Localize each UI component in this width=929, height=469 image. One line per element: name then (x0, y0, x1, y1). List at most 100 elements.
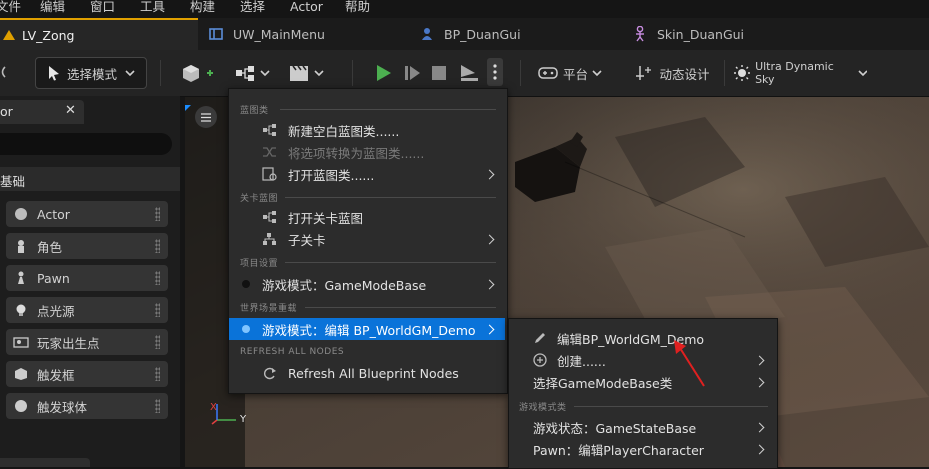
menu-edit[interactable]: 编辑 (40, 0, 65, 14)
mode-dropdown[interactable]: 选择模式 (35, 57, 147, 89)
place-item-trigger-sphere[interactable]: 触发球体 (6, 393, 168, 419)
menu-label: 子关卡 (288, 232, 326, 248)
blueprint-menu-button[interactable] (234, 60, 274, 86)
menu-gamemode-project[interactable]: 游戏模式：GameModeBase (229, 273, 505, 295)
play-options-button[interactable] (487, 58, 503, 86)
level-icon (3, 30, 15, 40)
menu-label: 新建空白蓝图类...... (288, 123, 400, 139)
place-item-trigger-box[interactable]: 触发框 (6, 361, 168, 387)
platform-dropdown[interactable]: 平台 (535, 60, 605, 86)
cinematics-button[interactable] (288, 60, 328, 86)
actor-blueprint-icon (422, 28, 432, 40)
play-button[interactable] (370, 60, 396, 86)
menu-sublevel[interactable]: 子关卡 (229, 228, 505, 250)
chevron-right-icon (754, 422, 765, 433)
platform-label: 平台 (562, 66, 588, 82)
tab-widget[interactable]: UW_MainMenu (205, 18, 405, 50)
bottom-panel-tab[interactable] (0, 458, 90, 467)
refresh-icon (264, 367, 276, 380)
sky-label: Ultra Dynamic Sky (755, 60, 834, 86)
menu-file[interactable]: 文件 (0, 0, 21, 14)
hamburger-icon (201, 112, 211, 122)
chevron-right-icon (484, 234, 495, 245)
menu-label: Pawn：编辑PlayerCharacter (533, 442, 704, 458)
sphere-icon (13, 206, 29, 222)
menu-refresh-blueprint-nodes[interactable]: Refresh All Blueprint Nodes (229, 362, 505, 384)
sky-dropdown[interactable]: Ultra Dynamic Sky (733, 60, 867, 86)
widget-blueprint-icon (209, 28, 223, 40)
drag-grip-icon[interactable] (155, 239, 160, 253)
menu-help[interactable]: 帮助 (345, 0, 370, 14)
place-item-label: 玩家出生点 (37, 335, 100, 351)
section-world-override: 世界场景重载 (240, 304, 298, 314)
place-item-player-start[interactable]: 玩家出生点 (6, 329, 168, 355)
submenu-game-state[interactable]: 游戏状态：GameStateBase (509, 416, 775, 438)
drag-grip-icon[interactable] (155, 399, 160, 413)
skeleton-icon (636, 26, 644, 42)
shuffle-icon (263, 147, 276, 157)
menu-label: 游戏模式：GameModeBase (262, 277, 427, 293)
axis-x-label: X (210, 402, 217, 413)
menu-bar: 文件 编辑 窗口 工具 构建 选择 Actor 帮助 (0, 0, 929, 18)
submenu-edit-gamemode[interactable]: 编辑BP_WorldGM_Demo (509, 327, 775, 349)
category-header[interactable] (0, 167, 180, 191)
tab-blueprint[interactable]: BP_DuanGui (420, 18, 620, 50)
character-icon (13, 238, 29, 254)
close-icon[interactable]: ✕ (65, 103, 76, 118)
category-label: 基础 (0, 174, 26, 189)
menu-window[interactable]: 窗口 (90, 0, 115, 14)
chevron-down-icon (592, 70, 602, 77)
dynamic-design-button[interactable]: 动态设计 (630, 60, 714, 86)
eject-icon (461, 65, 478, 81)
stop-button[interactable] (428, 60, 450, 86)
drag-grip-icon[interactable] (155, 335, 160, 349)
menu-label: Refresh All Blueprint Nodes (288, 365, 459, 381)
box-icon (13, 366, 29, 382)
submenu-select-gamemode-class[interactable]: 选择GameModeBase类 (509, 371, 775, 393)
menu-tools[interactable]: 工具 (140, 0, 165, 14)
chevron-right-icon (754, 444, 765, 455)
menu-actor[interactable]: Actor (290, 0, 323, 14)
menu-new-blank-blueprint[interactable]: 新建空白蓝图类...... (229, 119, 505, 141)
tab-skin[interactable]: Skin_DuanGui (633, 18, 833, 50)
menu-open-blueprint-class[interactable]: 打开蓝图类...... (229, 163, 505, 185)
dynamic-design-label: 动态设计 (659, 66, 710, 82)
submenu-create[interactable]: 创建...... (509, 349, 775, 371)
gamepad-icon (538, 67, 558, 79)
menu-build[interactable]: 构建 (190, 0, 215, 14)
advance-frame-icon (405, 66, 420, 80)
place-item-pawn[interactable]: Pawn (6, 265, 168, 291)
place-item-point-light[interactable]: 点光源 (6, 297, 168, 323)
more-vertical-icon (493, 64, 497, 80)
drag-grip-icon[interactable] (155, 271, 160, 285)
cube-add-icon (183, 65, 213, 82)
menu-open-level-blueprint[interactable]: 打开关卡蓝图 (229, 206, 505, 228)
step-button[interactable] (400, 60, 424, 86)
axis-y-label: Y (240, 414, 247, 425)
stop-icon (432, 66, 446, 80)
menu-label: 将选项转换为蓝图类...... (288, 145, 425, 161)
add-actor-button[interactable] (178, 60, 218, 86)
menu-select[interactable]: 选择 (240, 0, 265, 14)
menu-gamemode-world[interactable]: 游戏模式：编辑 BP_WorldGM_Demo (229, 318, 505, 340)
submenu-pawn[interactable]: Pawn：编辑PlayerCharacter (509, 438, 775, 460)
blueprint-nodes-icon (236, 66, 270, 81)
menu-label: 游戏状态：GameStateBase (533, 420, 697, 436)
tab-level[interactable]: LV_Zong (0, 18, 198, 50)
menu-label: 创建...... (557, 353, 606, 369)
menu-convert-to-blueprint[interactable]: 将选项转换为蓝图类...... (229, 141, 505, 163)
place-item-actor[interactable]: Actor (6, 201, 168, 227)
menu-label: 打开关卡蓝图 (288, 210, 364, 226)
play-icon (377, 65, 391, 81)
tab-blueprint-label: BP_DuanGui (444, 26, 521, 42)
place-item-label: 角色 (37, 239, 63, 255)
drag-grip-icon[interactable] (155, 303, 160, 317)
menu-label: 选择GameModeBase类 (533, 375, 673, 391)
drag-grip-icon[interactable] (155, 207, 160, 221)
section-refresh-nodes: REFRESH ALL NODES (240, 347, 345, 357)
place-item-character[interactable]: 角色 (6, 233, 168, 259)
search-input[interactable] (0, 133, 172, 155)
drag-grip-icon[interactable] (155, 367, 160, 381)
viewport-options-button[interactable] (195, 106, 217, 128)
eject-button[interactable] (456, 60, 482, 86)
